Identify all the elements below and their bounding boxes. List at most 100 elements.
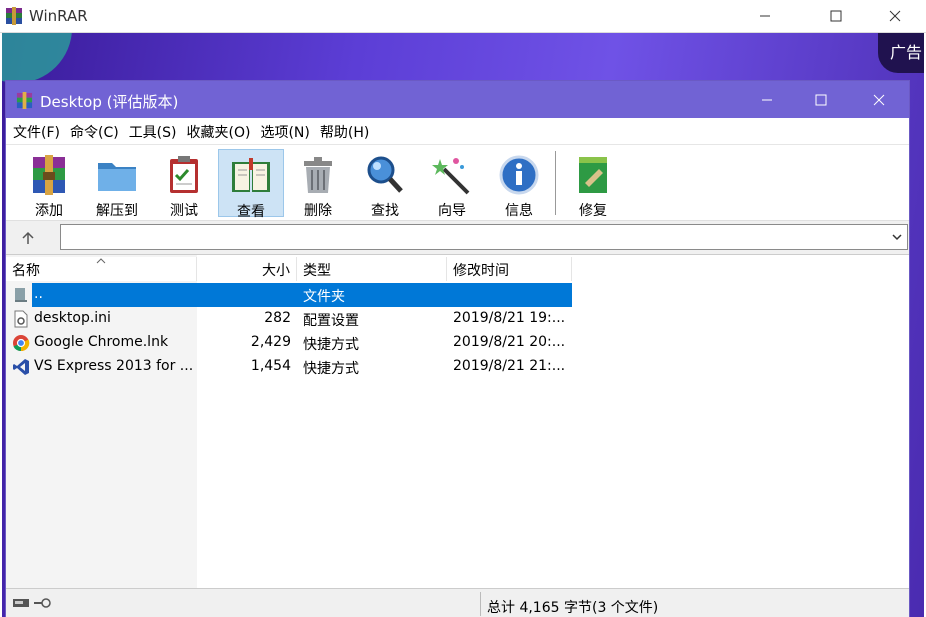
file-row[interactable]: VS Express 2013 for ... 1,454 快捷方式 2019/… [6, 355, 572, 379]
path-combobox[interactable] [60, 224, 908, 250]
add-label: 添加 [35, 203, 63, 219]
inner-maximize-button[interactable] [798, 81, 844, 118]
column-name-label: 名称 [12, 263, 40, 279]
chevron-down-icon[interactable] [891, 231, 903, 243]
archive-title-bar[interactable]: Desktop (评估版本) [6, 81, 909, 118]
file-size: 282 [264, 310, 291, 326]
repair-button[interactable]: 修复 [560, 149, 626, 219]
add-button[interactable]: 添加 [16, 149, 82, 219]
minimize-button[interactable] [742, 0, 788, 32]
settings-file-icon [14, 310, 28, 328]
file-name: .. [34, 286, 43, 302]
menu-commands[interactable]: 命令(C) [65, 118, 124, 144]
up-button[interactable] [16, 227, 40, 249]
menu-help[interactable]: 帮助(H) [315, 118, 374, 144]
test-label: 测试 [170, 203, 198, 219]
archive-window: Desktop (评估版本) 文件(F) 命令(C) 工具(S) 收藏夹(O) … [5, 80, 910, 617]
repair-book-icon [579, 157, 607, 193]
file-name: desktop.ini [34, 310, 111, 326]
extract-folder-icon [98, 163, 136, 191]
file-type: 快捷方式 [303, 361, 359, 377]
wizard-label: 向导 [438, 203, 466, 219]
outer-window-title: WinRAR [29, 7, 88, 25]
arrow-up-icon [22, 231, 34, 244]
winrar-icon [6, 7, 22, 25]
info-label: 信息 [505, 203, 533, 219]
file-row[interactable]: desktop.ini 282 配置设置 2019/8/21 19:... [6, 307, 572, 331]
visual-studio-icon [13, 359, 29, 375]
close-icon [889, 10, 901, 22]
maximize-icon [830, 10, 842, 22]
file-type: 配置设置 [303, 313, 359, 329]
repair-label: 修复 [579, 203, 607, 219]
inner-close-button[interactable] [856, 81, 902, 118]
selection-highlight [32, 283, 572, 307]
menu-tools[interactable]: 工具(S) [124, 118, 182, 144]
info-icon [499, 155, 539, 195]
close-icon [873, 94, 885, 105]
column-header-modified[interactable]: 修改时间 [447, 257, 572, 281]
find-label: 查找 [371, 203, 399, 219]
close-button[interactable] [872, 0, 918, 32]
toolbar-separator [555, 151, 556, 215]
column-header-size[interactable]: 大小 [197, 257, 297, 281]
archive-window-title: Desktop (评估版本) [40, 93, 179, 111]
maximize-icon [815, 94, 827, 105]
delete-label: 删除 [304, 203, 332, 219]
menu-options[interactable]: 选项(N) [255, 118, 314, 144]
status-summary: 总计 4,165 字节(3 个文件) [487, 600, 659, 616]
wizard-wand-icon [432, 158, 470, 195]
toolbar: 添加 解压到 测试 查看 删除 查找 向导 信息 修复 [6, 144, 909, 220]
file-modified: 2019/8/21 20:... [453, 334, 566, 350]
file-list: 名称 大小 类型 修改时间 .. 文件夹 desktop.ini 282 配置设… [6, 254, 909, 588]
sort-asc-icon [96, 258, 106, 264]
find-button[interactable]: 查找 [352, 149, 418, 219]
extract-to-label: 解压到 [96, 203, 138, 219]
chrome-icon [13, 335, 30, 352]
test-button[interactable]: 测试 [151, 149, 217, 219]
status-bar: 总计 4,165 字节(3 个文件) [6, 588, 909, 617]
info-button[interactable]: 信息 [486, 149, 552, 219]
column-size-label: 大小 [262, 263, 290, 279]
view-book-icon [232, 158, 270, 192]
add-archive-icon [33, 155, 65, 195]
magnifier-icon [367, 156, 403, 193]
file-size: 1,454 [250, 358, 291, 374]
winrar-outer-window: WinRAR 广告 Desktop (评估版本) 文件(F) 命令(C) 工具(… [0, 0, 926, 617]
outer-title-bar[interactable]: WinRAR [0, 0, 926, 33]
ad-label[interactable]: 广告 [878, 33, 924, 73]
extract-to-button[interactable]: 解压到 [84, 149, 150, 219]
file-type: 文件夹 [303, 289, 345, 305]
menu-favorites[interactable]: 收藏夹(O) [182, 118, 256, 144]
file-type: 快捷方式 [303, 337, 359, 353]
column-header-name[interactable]: 名称 [6, 257, 197, 281]
menu-file[interactable]: 文件(F) [8, 118, 65, 144]
drive-icon[interactable] [12, 597, 30, 609]
column-type-label: 类型 [303, 263, 331, 279]
column-header-type[interactable]: 类型 [297, 257, 447, 281]
file-row[interactable]: Google Chrome.lnk 2,429 快捷方式 2019/8/21 2… [6, 331, 572, 355]
file-size: 2,429 [250, 334, 291, 350]
wizard-button[interactable]: 向导 [419, 149, 485, 219]
minimize-icon [762, 99, 772, 100]
winrar-icon [16, 92, 33, 109]
menu-bar: 文件(F) 命令(C) 工具(S) 收藏夹(O) 选项(N) 帮助(H) [6, 118, 909, 144]
address-bar [6, 220, 909, 254]
key-lock-icon[interactable] [32, 597, 52, 609]
banner-decoration [2, 33, 72, 83]
trash-icon [304, 157, 332, 193]
maximize-button[interactable] [813, 0, 859, 32]
file-name: VS Express 2013 for ... [34, 358, 194, 374]
test-clipboard-icon [170, 156, 198, 193]
delete-button[interactable]: 删除 [285, 149, 351, 219]
view-button[interactable]: 查看 [218, 149, 284, 220]
column-modified-label: 修改时间 [453, 263, 509, 279]
file-row-parent[interactable]: .. 文件夹 [6, 283, 572, 307]
file-name: Google Chrome.lnk [34, 334, 169, 350]
parent-folder-icon [15, 288, 27, 302]
file-modified: 2019/8/21 21:... [453, 358, 566, 374]
inner-minimize-button[interactable] [744, 81, 790, 118]
status-separator [480, 592, 481, 616]
file-modified: 2019/8/21 19:... [453, 310, 566, 326]
view-label: 查看 [237, 204, 265, 220]
